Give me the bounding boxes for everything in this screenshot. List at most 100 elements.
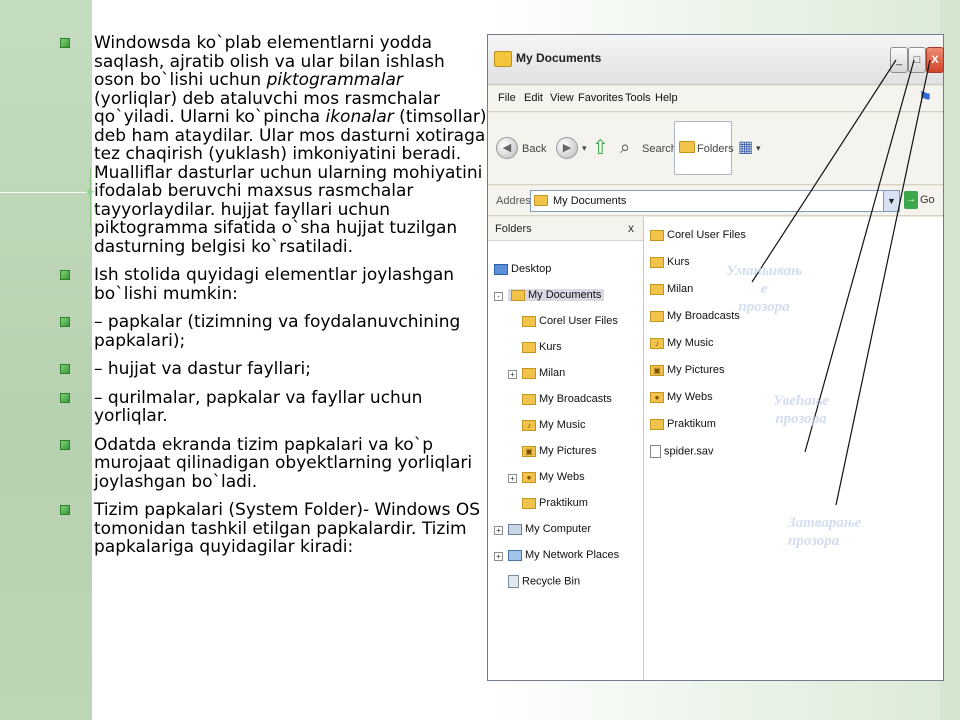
views-icon[interactable]: ▦ bbox=[738, 137, 753, 157]
menu-help[interactable]: Help bbox=[655, 92, 678, 104]
file-list-item-label: My Webs bbox=[667, 391, 713, 403]
menu-view[interactable]: View bbox=[550, 92, 574, 104]
text-run: Tizim papkalari (System Folder)- Windows… bbox=[94, 500, 481, 557]
folder-icon bbox=[650, 283, 664, 295]
expand-icon[interactable]: + bbox=[508, 474, 517, 483]
menu-tools[interactable]: Tools bbox=[625, 92, 651, 104]
address-bar: Address My Documents ▼ → Go bbox=[488, 186, 943, 216]
tree-item[interactable]: Milan bbox=[522, 367, 565, 379]
toolbar: ◀ Back ▶ ▾ ⇧ ⌕ Search Folders ▦ ▾ bbox=[488, 113, 943, 185]
bullet-square-icon bbox=[60, 317, 70, 327]
annotation-line: Увећање bbox=[772, 393, 830, 409]
menu-file[interactable]: File bbox=[498, 92, 516, 104]
list-item: Odatda ekranda tizim papkalari va ko`p m… bbox=[60, 434, 488, 492]
file-list-item[interactable]: Corel User Files bbox=[650, 229, 746, 241]
forward-arrow-icon[interactable]: ▶ bbox=[556, 137, 578, 159]
annotation-line: прозора bbox=[775, 411, 827, 427]
bullet-square-icon bbox=[60, 439, 70, 450]
back-arrow-icon[interactable]: ◀ bbox=[496, 137, 518, 159]
menu-favorites[interactable]: Favorites bbox=[578, 92, 623, 104]
file-list-item[interactable]: ▣ My Pictures bbox=[650, 364, 724, 376]
desktop-icon bbox=[494, 263, 508, 275]
tree-item[interactable]: Corel User Files bbox=[522, 315, 618, 327]
tree-item[interactable]: ● My Webs bbox=[522, 471, 585, 483]
tree-item[interactable]: My Broadcasts bbox=[522, 393, 612, 405]
file-icon bbox=[650, 445, 661, 458]
list-item: Ish stolida quyidagi elementlar joylashg… bbox=[60, 266, 488, 303]
file-list-item-label: Praktikum bbox=[667, 418, 716, 430]
folders-button-label: Folders bbox=[697, 143, 734, 155]
tree-item-label: My Documents bbox=[528, 289, 602, 301]
tree-item[interactable]: ♪ My Music bbox=[522, 419, 585, 431]
annotation-close: Затварање прозора bbox=[788, 514, 908, 550]
title-bar[interactable]: My Documents _ □ X bbox=[488, 35, 944, 85]
back-button-label[interactable]: Back bbox=[522, 143, 546, 155]
pictures-folder-icon: ▣ bbox=[650, 364, 664, 376]
window-title: My Documents bbox=[516, 51, 602, 65]
file-list-item-label: Corel User Files bbox=[667, 229, 746, 241]
address-input[interactable]: My Documents ▼ bbox=[530, 190, 900, 212]
tree-item[interactable]: My Network Places bbox=[508, 549, 619, 561]
maximize-button[interactable]: □ bbox=[908, 47, 926, 73]
file-list-item[interactable]: Praktikum bbox=[650, 418, 716, 430]
file-list-item[interactable]: Kurs bbox=[650, 256, 690, 268]
expand-icon[interactable]: + bbox=[508, 370, 517, 379]
bullet-text: Odatda ekranda tizim papkalari va ko`p m… bbox=[94, 434, 488, 492]
list-item: – qurilmalar, papkalar va fayllar uchun … bbox=[60, 388, 488, 426]
menu-edit[interactable]: Edit bbox=[524, 92, 543, 104]
bullet-square-icon bbox=[60, 505, 70, 515]
tree-item[interactable]: My Documents bbox=[508, 289, 605, 301]
chevron-down-icon[interactable]: ▼ bbox=[883, 191, 899, 211]
folder-icon bbox=[522, 497, 536, 509]
tree-item-label: My Computer bbox=[525, 523, 592, 535]
annotation-line: прозора bbox=[788, 533, 840, 549]
tree-item[interactable]: Desktop bbox=[494, 263, 551, 275]
minimize-button[interactable]: _ bbox=[890, 47, 908, 73]
file-list-item[interactable]: spider.sav bbox=[650, 445, 714, 458]
annotation-line: е bbox=[760, 281, 768, 297]
file-list-item[interactable]: ● My Webs bbox=[650, 391, 713, 403]
close-pane-icon[interactable]: x bbox=[628, 221, 634, 235]
file-list-item-label: spider.sav bbox=[664, 445, 714, 458]
tree-item[interactable]: Recycle Bin bbox=[508, 575, 580, 588]
tree-item[interactable]: Praktikum bbox=[522, 497, 588, 509]
chevron-down-icon[interactable]: ▾ bbox=[582, 143, 587, 154]
folders-button[interactable]: Folders bbox=[674, 121, 734, 175]
folder-tree-pane: Folders x Desktop - My Documents Corel User… bbox=[488, 217, 644, 680]
tree-item-label: My Pictures bbox=[539, 445, 597, 457]
tree-item[interactable]: Kurs bbox=[522, 341, 562, 353]
folder-icon bbox=[534, 195, 548, 206]
file-list-item[interactable]: Milan bbox=[650, 283, 693, 295]
search-icon[interactable]: ⌕ bbox=[620, 137, 630, 158]
go-button-label[interactable]: Go bbox=[920, 194, 935, 206]
annotation-line: Уманьивањ bbox=[726, 263, 802, 279]
folder-tree-title: Folders bbox=[495, 223, 532, 235]
go-arrow-icon[interactable]: → bbox=[904, 191, 918, 209]
bullet-text: Ish stolida quyidagi elementlar joylashg… bbox=[94, 266, 488, 303]
folder-icon bbox=[522, 315, 536, 327]
text-run: Odatda ekranda tizim papkalari va ko`p m… bbox=[94, 434, 473, 492]
annotation-line: прозора bbox=[738, 299, 790, 315]
tree-item-label: Recycle Bin bbox=[522, 575, 581, 588]
folder-icon bbox=[522, 393, 536, 405]
collapse-icon[interactable]: - bbox=[494, 292, 503, 301]
folder-tree-header: Folders x bbox=[488, 217, 643, 241]
text-run: (timsollar) deb ham ataydilar. Ular mos … bbox=[94, 107, 487, 257]
chevron-down-icon[interactable]: ▾ bbox=[756, 143, 761, 154]
expand-icon[interactable]: + bbox=[494, 552, 503, 561]
tree-item-label: Milan bbox=[539, 367, 566, 379]
bullet-text: Windowsda ko`plab elementlarni yodda saq… bbox=[94, 34, 488, 256]
close-button[interactable]: X bbox=[926, 47, 944, 73]
file-list-item-label: My Pictures bbox=[667, 364, 725, 376]
recycle-bin-icon bbox=[508, 575, 519, 588]
folder-icon bbox=[650, 310, 664, 322]
tree-item[interactable]: My Computer bbox=[508, 523, 591, 535]
search-button-label[interactable]: Search bbox=[642, 143, 677, 155]
tree-item[interactable]: ▣ My Pictures bbox=[522, 445, 596, 457]
expand-icon[interactable]: + bbox=[494, 526, 503, 535]
annotation-maximize: Увећање прозора bbox=[746, 392, 856, 428]
folder-icon bbox=[650, 256, 664, 268]
up-folder-icon[interactable]: ⇧ bbox=[592, 135, 609, 160]
file-list-item[interactable]: ♪ My Music bbox=[650, 337, 713, 349]
file-list-item-label: My Music bbox=[667, 337, 714, 349]
